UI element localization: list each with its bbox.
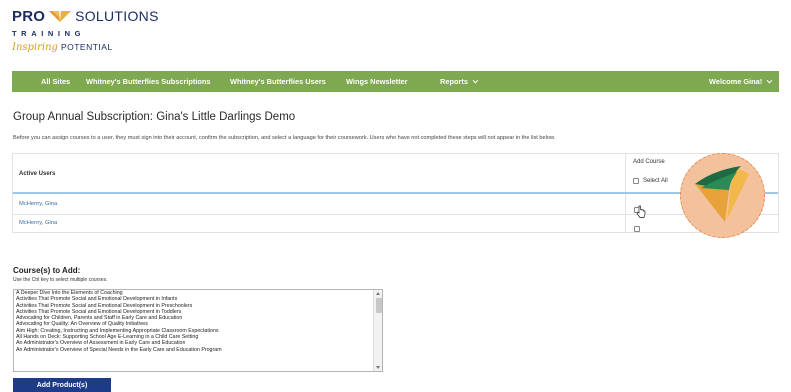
butterfly-logo-icon [48, 10, 72, 23]
nav-welcome-menu[interactable]: Welcome Gina! [709, 77, 773, 86]
nav-users[interactable]: Whitney's Butterflies Users [230, 77, 326, 86]
header-divider [13, 192, 778, 194]
table-row-user-name: McHenry, Gina [19, 220, 58, 226]
welcome-label: Welcome Gina! [709, 77, 763, 86]
courses-label: Course(s) to Add: [13, 266, 81, 275]
table-row-checkbox[interactable] [634, 219, 640, 237]
logo-training-text: TRAINING [12, 29, 86, 38]
header-add-course: Add Course [633, 159, 665, 165]
course-option[interactable]: An Administrator's Overview of Special N… [14, 347, 382, 353]
butterfly-highlight-icon [695, 166, 749, 222]
chevron-down-icon [766, 77, 773, 84]
pointer-cursor-icon [636, 205, 646, 218]
logo-solutions-text: SOLUTIONS [75, 8, 159, 24]
logo-inspiring-text: Inspiring [12, 42, 58, 53]
chevron-down-icon [472, 77, 479, 84]
nav-reports[interactable]: Reports [440, 77, 479, 86]
select-all-label: Select All [643, 178, 668, 184]
scroll-down-arrow-icon[interactable] [376, 366, 380, 369]
pro-solutions-logo[interactable]: PRO SOLUTIONS TRAINING Inspiring POTENTI… [12, 8, 172, 63]
row-divider [13, 214, 778, 215]
intro-text: Before you can assign courses to a user,… [13, 135, 556, 141]
logo-potential-text: POTENTIAL [60, 42, 113, 52]
course-multiselect[interactable]: A Deeper Dive Into the Elements of Coach… [13, 289, 383, 372]
scroll-up-arrow-icon[interactable] [376, 292, 380, 295]
header-active-users: Active Users [19, 171, 56, 177]
nav-wings-newsletter[interactable]: Wings Newsletter [346, 77, 408, 86]
main-navbar: All Sites Whitney's Butterflies Subscrip… [12, 71, 779, 92]
scroll-thumb[interactable] [375, 298, 382, 313]
course-list-scrollbar[interactable] [373, 290, 382, 371]
courses-hint: Use the Ctrl key to select multiple cour… [13, 277, 108, 283]
add-products-button[interactable]: Add Product(s) [13, 378, 111, 392]
table-row-user-name: McHenry, Gina [19, 201, 58, 207]
logo-pro-text: PRO [12, 7, 46, 25]
nav-reports-label: Reports [440, 77, 468, 86]
click-highlight [680, 153, 765, 238]
nav-all-sites[interactable]: All Sites [41, 77, 70, 86]
select-all-control[interactable]: Select All [633, 178, 668, 184]
select-all-checkbox[interactable] [633, 178, 639, 184]
active-users-table: Active Users Add Course Select All McHen… [12, 153, 779, 233]
nav-subscriptions[interactable]: Whitney's Butterflies Subscriptions [86, 77, 211, 86]
page-title: Group Annual Subscription: Gina's Little… [13, 111, 296, 123]
